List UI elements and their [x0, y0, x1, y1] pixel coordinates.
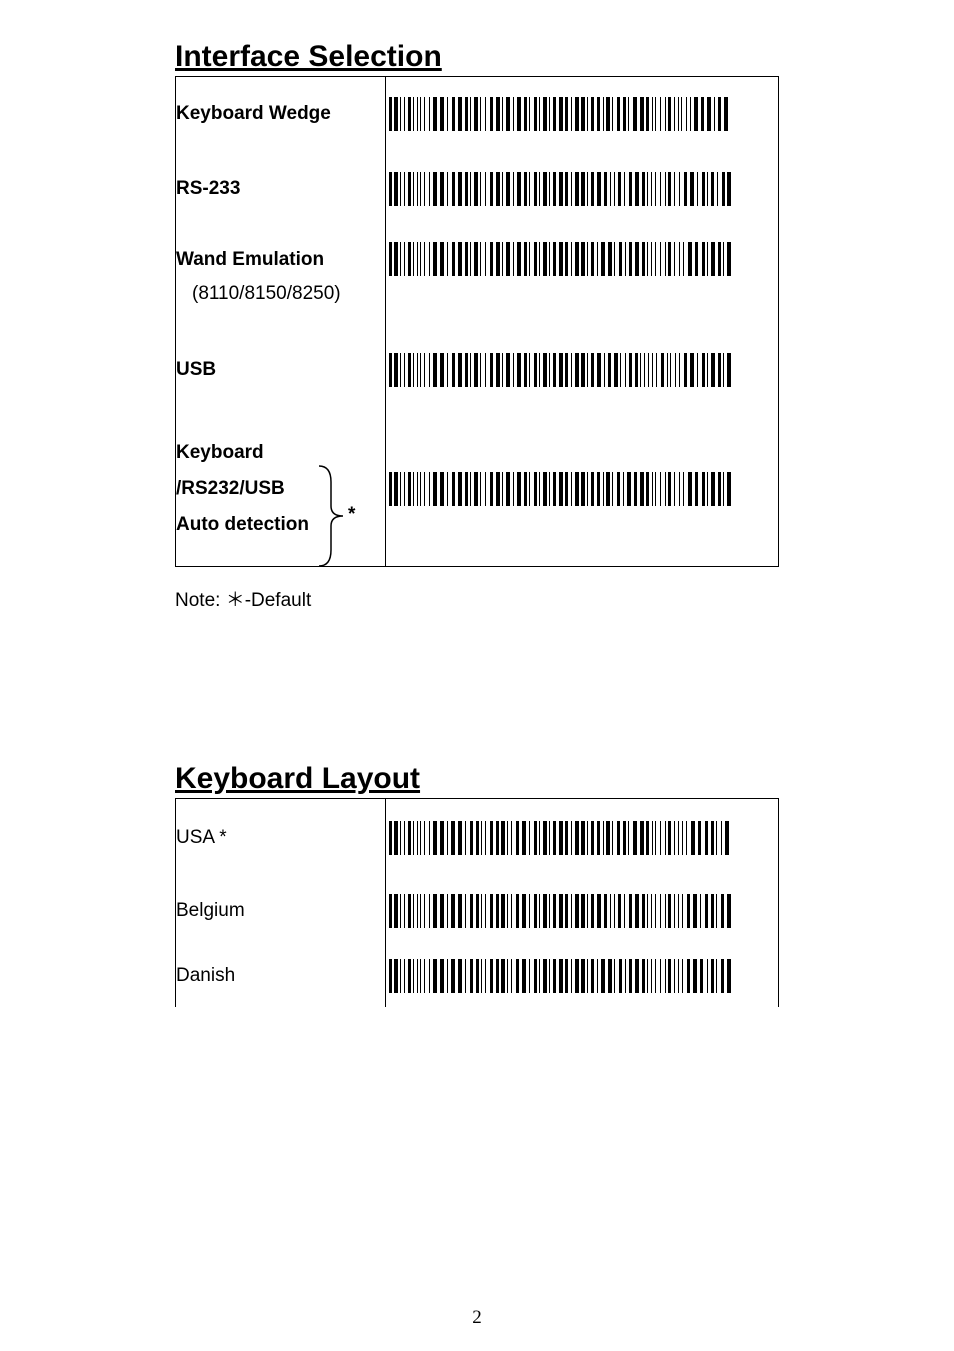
barcode-belgium	[386, 877, 779, 945]
row-usa-label: USA *	[176, 827, 227, 848]
barcode-rs233	[386, 151, 779, 227]
row-keyboard-wedge-label: Keyboard Wedge	[176, 103, 331, 124]
keyboard-heading: Keyboard Layout	[175, 762, 779, 796]
row-belgium-label: Belgium	[176, 900, 245, 921]
curly-brace-icon	[311, 464, 351, 568]
note-default: Note: ＊-Default	[175, 585, 779, 612]
barcode-auto	[386, 413, 779, 567]
row-danish-label: Danish	[176, 965, 235, 986]
barcode-icon	[386, 472, 746, 506]
row-auto-line3: Auto detection	[176, 514, 309, 536]
row-rs233-label: RS-233	[176, 178, 240, 199]
barcode-icon	[386, 353, 746, 387]
barcode-usa	[386, 799, 779, 877]
barcode-danish	[386, 945, 779, 1007]
row-auto-line2: /RS232/USB	[176, 478, 309, 500]
barcode-icon	[386, 97, 746, 131]
barcode-icon	[386, 959, 746, 993]
barcode-wand	[386, 227, 779, 327]
row-wand-sub: (8110/8150/8250)	[176, 271, 385, 305]
page-number: 2	[0, 1307, 954, 1329]
interface-table: Keyboard Wedge RS-233 Wand Emulation (81…	[175, 76, 779, 567]
interface-heading: Interface Selection	[175, 40, 779, 74]
keyboard-table: USA * Belgium Danish	[175, 798, 779, 1007]
row-auto-star: *	[348, 504, 355, 526]
barcode-icon	[386, 172, 746, 206]
barcode-icon	[386, 894, 746, 928]
row-usb-label: USB	[176, 359, 216, 380]
barcode-usb	[386, 327, 779, 413]
barcode-keyboard-wedge	[386, 77, 779, 151]
barcode-icon	[386, 821, 746, 855]
row-auto-line1: Keyboard	[176, 442, 309, 464]
row-wand-label: Wand Emulation	[176, 249, 385, 271]
barcode-icon	[386, 242, 746, 276]
